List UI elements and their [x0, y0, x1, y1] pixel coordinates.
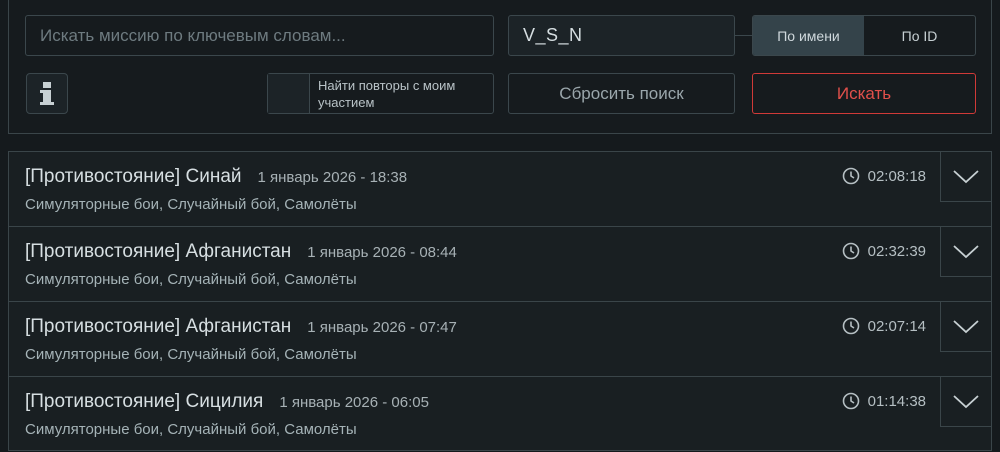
mission-duration: 01:14:38: [842, 392, 926, 410]
mission-name: [Противостояние] Афганистан: [25, 241, 292, 262]
info-button[interactable]: [26, 73, 68, 114]
toggle-by-id[interactable]: По ID: [864, 16, 975, 55]
mission-list: [Противостояние] Синай 1 январь 2026 - 1…: [8, 151, 992, 451]
mission-duration: 02:32:39: [842, 242, 926, 260]
clock-icon: [842, 392, 859, 410]
search-panel: V_S_N По имени По ID Найти повторы с мои…: [8, 0, 992, 134]
toggle-by-name[interactable]: По имени: [753, 16, 864, 55]
mission-tags: Симуляторные бои, Случайный бой, Самолёт…: [25, 421, 357, 438]
chevron-down-icon: [953, 169, 979, 183]
mission-title-line: [Противостояние] Афганистан 1 январь 202…: [25, 316, 457, 338]
search-input[interactable]: [25, 15, 494, 56]
clock-icon: [842, 242, 859, 260]
duration-value: 02:07:14: [867, 317, 926, 335]
chevron-down-icon: [953, 319, 979, 333]
mission-date: 1 январь 2026 - 07:47: [307, 319, 457, 336]
clock-icon: [842, 317, 859, 335]
connector-line: [735, 35, 752, 36]
mission-title-line: [Противостояние] Афганистан 1 январь 202…: [25, 241, 457, 263]
duration-value: 01:14:38: [867, 392, 926, 410]
mission-row[interactable]: [Противостояние] Сицилия 1 январь 2026 -…: [8, 376, 992, 451]
mission-tags: Симуляторные бои, Случайный бой, Самолёт…: [25, 271, 357, 288]
my-replays-checkbox[interactable]: Найти повторы с моим участием: [267, 73, 494, 114]
chevron-down-icon: [953, 244, 979, 258]
mission-row[interactable]: [Противостояние] Афганистан 1 январь 202…: [8, 226, 992, 301]
mission-duration: 02:08:18: [842, 167, 926, 185]
duration-value: 02:08:18: [867, 167, 926, 185]
mission-duration: 02:07:14: [842, 317, 926, 335]
user-filter-value: V_S_N: [523, 25, 583, 45]
mission-name: [Противостояние] Афганистан: [25, 316, 292, 337]
expand-button[interactable]: [940, 226, 992, 277]
mission-name: [Противостояние] Синай: [25, 166, 242, 187]
chevron-down-icon: [953, 394, 979, 408]
mission-name: [Противостояние] Сицилия: [25, 391, 264, 412]
user-filter-field[interactable]: V_S_N: [508, 15, 735, 56]
mission-date: 1 январь 2026 - 18:38: [257, 169, 408, 186]
mission-date: 1 январь 2026 - 06:05: [279, 394, 429, 411]
expand-button[interactable]: [940, 151, 992, 202]
mission-row[interactable]: [Противостояние] Синай 1 январь 2026 - 1…: [8, 151, 992, 226]
duration-value: 02:32:39: [867, 242, 926, 260]
checkbox-label: Найти повторы с моим участием: [318, 78, 456, 110]
expand-button[interactable]: [940, 301, 992, 352]
search-mode-toggle[interactable]: По имени По ID: [752, 15, 976, 56]
reset-search-button[interactable]: Сбросить поиск: [508, 73, 735, 114]
mission-date: 1 январь 2026 - 08:44: [307, 244, 457, 261]
info-icon: [40, 81, 54, 105]
mission-tags: Симуляторные бои, Случайный бой, Самолёт…: [25, 196, 357, 213]
clock-icon: [842, 167, 859, 185]
mission-row[interactable]: [Противостояние] Афганистан 1 январь 202…: [8, 301, 992, 376]
mission-title-line: [Противостояние] Синай 1 январь 2026 - 1…: [25, 166, 407, 188]
mission-title-line: [Противостояние] Сицилия 1 январь 2026 -…: [25, 391, 429, 413]
checkbox-box[interactable]: [268, 74, 310, 113]
mission-tags: Симуляторные бои, Случайный бой, Самолёт…: [25, 346, 357, 363]
expand-button[interactable]: [940, 376, 992, 427]
search-button[interactable]: Искать: [752, 73, 976, 114]
